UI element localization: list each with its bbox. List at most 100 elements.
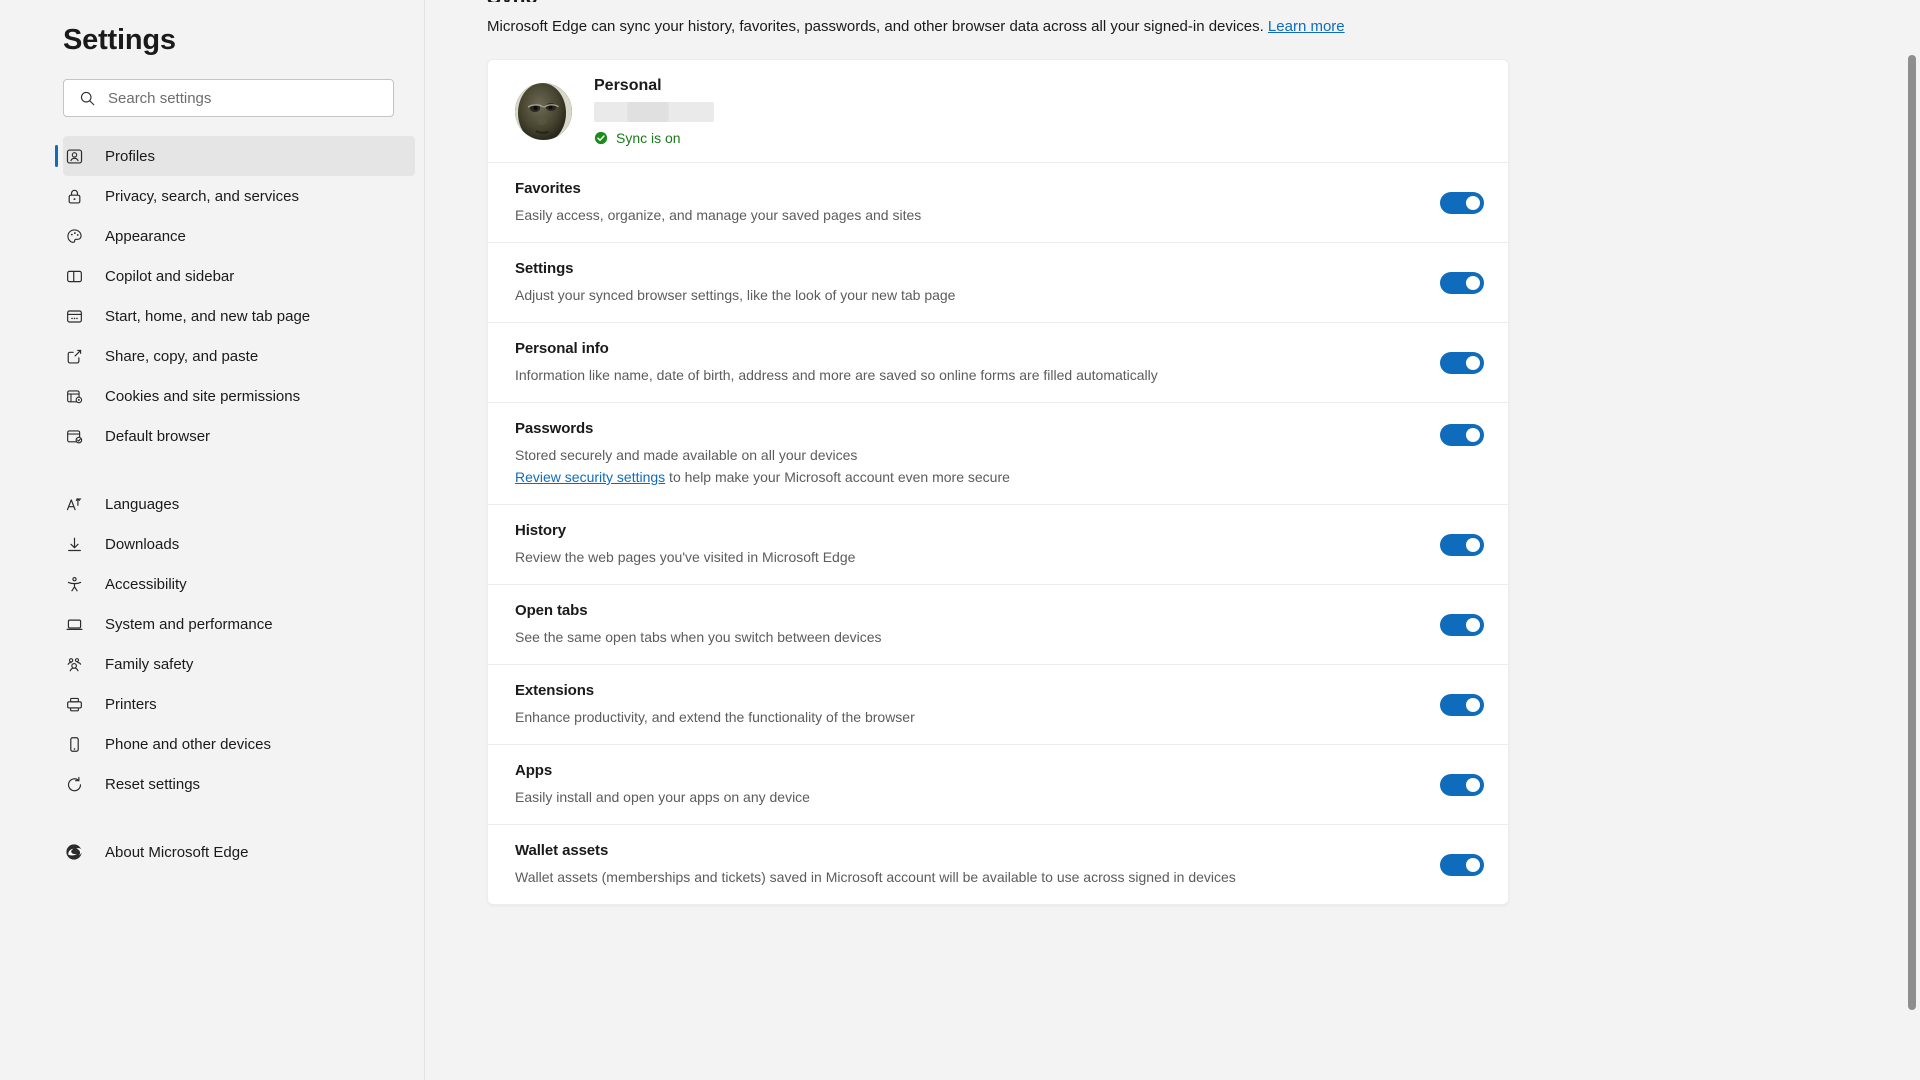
row-description: Adjust your synced browser settings, lik… <box>515 287 956 303</box>
toggle-knob <box>1466 195 1480 210</box>
sidebar-item-downloads[interactable]: Downloads <box>0 524 424 564</box>
sidebar-item-share-copy-paste[interactable]: Share, copy, and paste <box>0 336 424 376</box>
profile-summary-row[interactable]: Personal Sync is on <box>488 60 1508 162</box>
sidebar-item-label: Start, home, and new tab page <box>105 307 311 325</box>
sidebar-panel-icon <box>63 265 85 287</box>
sidebar-item-system-and-performance[interactable]: System and performance <box>0 604 424 644</box>
sidebar-item-appearance[interactable]: Appearance <box>0 216 424 256</box>
sidebar-item-printers[interactable]: Printers <box>0 684 424 724</box>
nav-group-secondary: Languages Downloads Accessibility System… <box>0 484 424 804</box>
nav-divider-spacer <box>0 456 424 484</box>
bottom-spacer <box>487 905 1920 945</box>
row-description: See the same open tabs when you switch b… <box>515 629 882 645</box>
search-settings-box[interactable] <box>63 79 394 117</box>
toggle-knob <box>1466 537 1480 552</box>
toggle-history[interactable] <box>1440 533 1484 556</box>
vertical-scrollbar[interactable] <box>1908 55 1916 1010</box>
toggle-personal-info[interactable] <box>1440 351 1484 374</box>
nav-group-about: About Microsoft Edge <box>0 832 424 872</box>
people-icon <box>63 653 85 675</box>
sync-heading: Sync <box>487 0 1920 2</box>
settings-nav: Profiles Privacy, search, and services A… <box>0 136 424 872</box>
search-input[interactable] <box>108 89 381 107</box>
toggle-passwords[interactable] <box>1440 424 1484 446</box>
sidebar-item-label: Printers <box>105 695 157 713</box>
sidebar-item-label: Cookies and site permissions <box>105 387 301 405</box>
download-icon <box>63 533 85 555</box>
sidebar-item-start-home-new-tab-page[interactable]: Start, home, and new tab page <box>0 296 424 336</box>
profile-email-redacted <box>594 101 714 122</box>
review-security-settings-link[interactable]: Review security settings <box>515 469 665 485</box>
sync-item-settings: Settings Adjust your synced browser sett… <box>488 242 1508 322</box>
sync-card: Personal Sync is on Favorites Easily acc… <box>487 59 1509 905</box>
sidebar-item-cookies-and-site-permissions[interactable]: Cookies and site permissions <box>0 376 424 416</box>
learn-more-link[interactable]: Learn more <box>1268 18 1345 35</box>
row-description: Enhance productivity, and extend the fun… <box>515 709 915 725</box>
row-title: Personal info <box>515 340 609 357</box>
row-description: Wallet assets (memberships and tickets) … <box>515 869 1236 885</box>
sidebar-item-about-microsoft-edge[interactable]: About Microsoft Edge <box>0 832 424 872</box>
sidebar-item-languages[interactable]: Languages <box>0 484 424 524</box>
sync-item-personal-info: Personal info Information like name, dat… <box>488 322 1508 402</box>
row-title: History <box>515 522 566 539</box>
sidebar: Settings Search settings Profiles Privac… <box>0 0 425 1080</box>
toggle-open-tabs[interactable] <box>1440 613 1484 636</box>
toggle-knob <box>1466 857 1480 872</box>
row-description: Easily install and open your apps on any… <box>515 789 810 805</box>
main-content: Sync Microsoft Edge can sync your histor… <box>425 0 1920 1080</box>
sidebar-item-label: Reset settings <box>105 775 201 793</box>
row-description: Review the web pages you've visited in M… <box>515 549 856 565</box>
lock-icon <box>63 185 85 207</box>
sync-status: Sync is on <box>594 130 714 146</box>
row-title: Settings <box>515 260 574 277</box>
row-text: Extensions Enhance productivity, and ext… <box>515 682 1440 727</box>
sidebar-item-family-safety[interactable]: Family safety <box>0 644 424 684</box>
toggle-favorites[interactable] <box>1440 191 1484 214</box>
sync-item-open-tabs: Open tabs See the same open tabs when yo… <box>488 584 1508 664</box>
sidebar-item-label: Phone and other devices <box>105 735 271 753</box>
sidebar-item-default-browser[interactable]: Default browser <box>0 416 424 456</box>
toggle-settings[interactable] <box>1440 271 1484 294</box>
row-text: Settings Adjust your synced browser sett… <box>515 260 1440 305</box>
row-title: Passwords <box>515 420 594 437</box>
sidebar-item-privacy-search-services[interactable]: Privacy, search, and services <box>0 176 424 216</box>
sidebar-item-profiles[interactable]: Profiles <box>55 136 415 176</box>
toggle-knob <box>1466 697 1480 712</box>
sync-item-extensions: Extensions Enhance productivity, and ext… <box>488 664 1508 744</box>
row-description: Information like name, date of birth, ad… <box>515 367 1158 383</box>
default-browser-icon <box>63 425 85 447</box>
search-icon <box>76 90 98 107</box>
profile-name: Personal <box>594 76 662 94</box>
selection-indicator <box>55 145 58 167</box>
nav-divider-spacer-2 <box>0 804 424 832</box>
check-circle-icon <box>594 131 608 145</box>
sidebar-item-reset-settings[interactable]: Reset settings <box>0 764 424 804</box>
sync-description: Microsoft Edge can sync your history, fa… <box>487 16 1920 38</box>
sidebar-item-accessibility[interactable]: Accessibility <box>0 564 424 604</box>
sidebar-item-copilot-and-sidebar[interactable]: Copilot and sidebar <box>0 256 424 296</box>
row-title: Favorites <box>515 180 581 197</box>
avatar <box>515 82 572 140</box>
toggle-wallet-assets[interactable] <box>1440 853 1484 876</box>
toggle-apps[interactable] <box>1440 773 1484 796</box>
row-text: Open tabs See the same open tabs when yo… <box>515 602 1440 647</box>
page-title: Settings <box>63 24 176 56</box>
sidebar-item-phone-and-other-devices[interactable]: Phone and other devices <box>0 724 424 764</box>
toggle-knob <box>1466 275 1480 290</box>
row-description: Stored securely and made available on al… <box>515 447 858 463</box>
settings-page: Settings Search settings Profiles Privac… <box>0 0 1920 1080</box>
accessibility-icon <box>63 573 85 595</box>
sidebar-item-label: Share, copy, and paste <box>105 347 259 365</box>
sidebar-item-label: Downloads <box>105 535 180 553</box>
sidebar-item-label: Default browser <box>105 427 211 445</box>
sidebar-item-label: About Microsoft Edge <box>105 843 249 861</box>
toggle-extensions[interactable] <box>1440 693 1484 716</box>
sidebar-item-label: Appearance <box>105 227 186 245</box>
profile-meta: Personal Sync is on <box>594 77 714 146</box>
sidebar-item-label: Family safety <box>105 655 194 673</box>
toggle-knob <box>1466 355 1480 370</box>
cookies-permissions-icon <box>63 385 85 407</box>
edge-logo-icon <box>63 841 85 863</box>
new-tab-page-icon <box>63 305 85 327</box>
row-text: History Review the web pages you've visi… <box>515 522 1440 567</box>
